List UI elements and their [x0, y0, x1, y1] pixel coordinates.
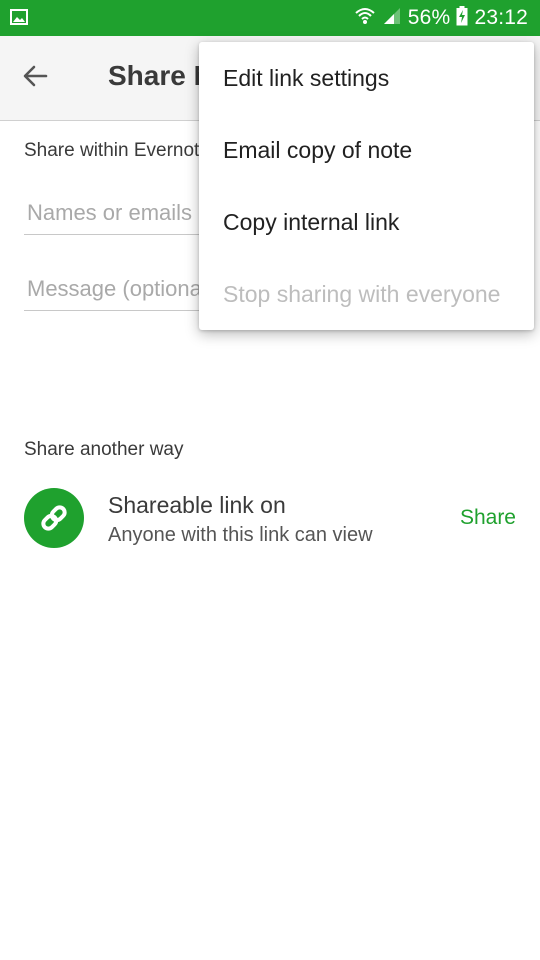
menu-item-email-copy-of-note[interactable]: Email copy of note: [199, 114, 534, 186]
status-bar: 56% 23:12: [0, 0, 540, 36]
battery-percent: 56%: [407, 6, 451, 29]
share-another-way-label: Share another way: [24, 439, 184, 460]
link-icon: [24, 488, 84, 548]
menu-item-edit-link-settings[interactable]: Edit link settings: [199, 42, 534, 114]
link-title: Shareable link on: [108, 492, 286, 518]
menu-item-stop-sharing: Stop sharing with everyone: [223, 281, 501, 307]
link-subtitle: Anyone with this link can view: [108, 524, 373, 546]
wifi-icon: [354, 6, 376, 31]
battery-charging-icon: [456, 5, 468, 31]
image-notification-icon: [10, 9, 28, 25]
back-button[interactable]: [14, 57, 56, 99]
arrow-back-icon: [22, 63, 48, 94]
shareable-link-row: Shareable link on Anyone with this link …: [0, 480, 540, 564]
signal-icon: [382, 6, 402, 31]
menu-item-copy-internal-link[interactable]: Copy internal link: [199, 186, 534, 258]
share-within-label: Share within Evernote: [24, 140, 210, 161]
clock: 23:12: [474, 6, 528, 29]
overflow-menu: Edit link settings Email copy of note Co…: [199, 42, 534, 330]
share-button[interactable]: Share: [460, 506, 516, 530]
